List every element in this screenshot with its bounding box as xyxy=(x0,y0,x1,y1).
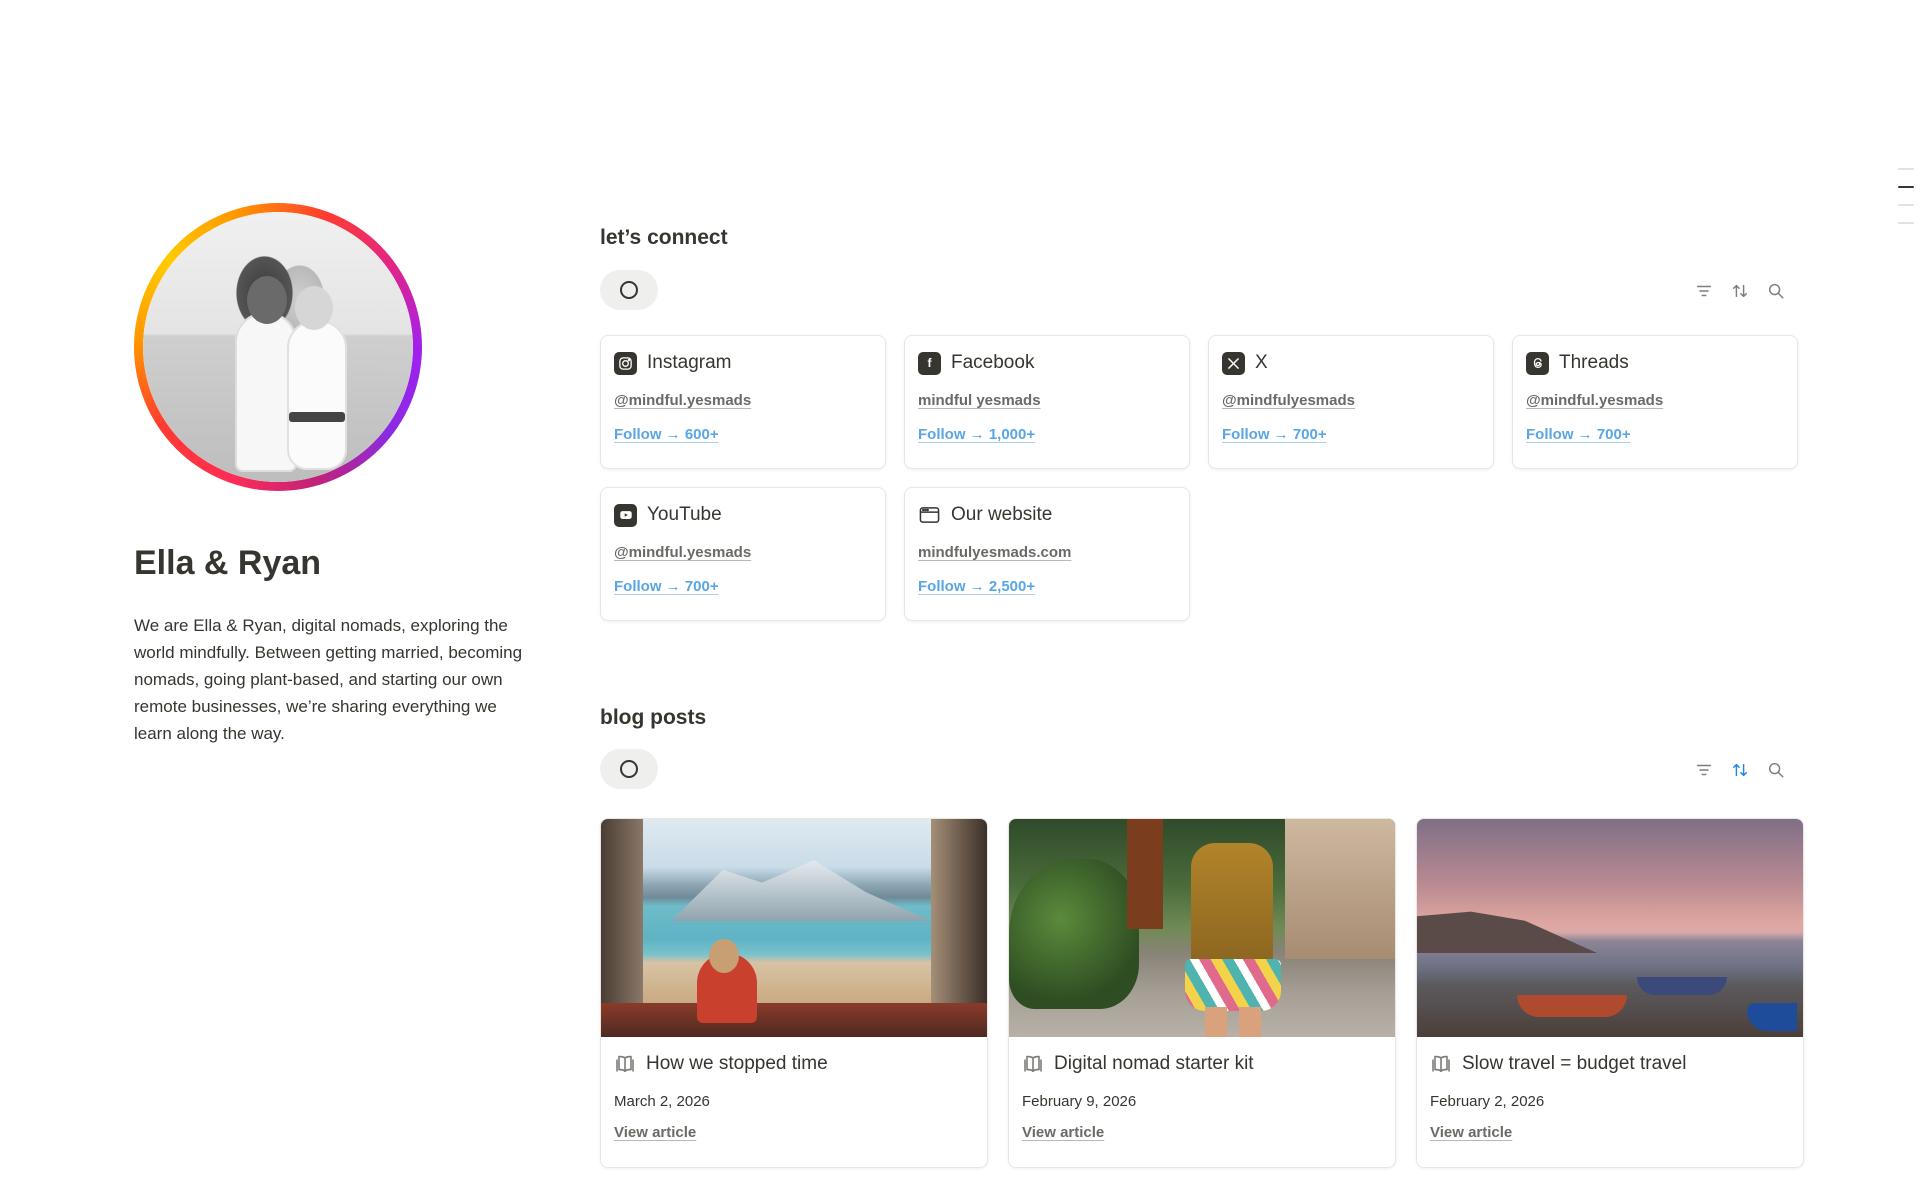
filter-icon[interactable] xyxy=(1694,760,1714,780)
open-book-icon xyxy=(1024,1055,1042,1072)
blog-card[interactable]: How we stopped time March 2, 2026 View a… xyxy=(600,818,988,1168)
social-card-title: Threads xyxy=(1559,352,1629,373)
open-book-icon xyxy=(1432,1055,1450,1072)
follow-link[interactable]: Follow → 600+ xyxy=(614,426,719,443)
social-card-title: Facebook xyxy=(951,352,1035,373)
social-card-facebook[interactable]: f Facebook mindful yesmads Follow → 1,00… xyxy=(904,335,1190,469)
outline-line-active[interactable] xyxy=(1898,186,1914,188)
blog-cover-image xyxy=(601,819,987,1037)
social-card-title: Our website xyxy=(951,504,1053,525)
outline-line[interactable] xyxy=(1898,168,1914,170)
social-card-website[interactable]: Our website mindfulyesmads.com Follow → … xyxy=(904,487,1190,621)
social-card-x[interactable]: X @mindfulyesmads Follow → 700+ xyxy=(1208,335,1494,469)
outline-line[interactable] xyxy=(1898,222,1914,224)
browser-window-icon xyxy=(918,504,941,527)
social-card-title: Instagram xyxy=(647,352,732,373)
facebook-icon: f xyxy=(918,351,941,375)
social-card-title: X xyxy=(1255,352,1268,373)
blog-post-date: February 9, 2026 xyxy=(1022,1093,1137,1110)
instagram-icon xyxy=(614,351,637,375)
social-card-youtube[interactable]: YouTube @mindful.yesmads Follow → 700+ xyxy=(600,487,886,621)
filter-icon[interactable] xyxy=(1694,281,1714,301)
blog-post-title: Slow travel = budget travel xyxy=(1462,1053,1687,1074)
outline-line[interactable] xyxy=(1898,204,1914,206)
sort-icon[interactable] xyxy=(1730,281,1750,301)
blog-section-title: blog posts xyxy=(600,706,707,729)
blog-cover-image xyxy=(1417,819,1803,1037)
follow-link[interactable]: Follow → 700+ xyxy=(1526,426,1631,443)
x-icon xyxy=(1222,351,1245,375)
profile-avatar xyxy=(134,203,422,491)
blog-post-title: How we stopped time xyxy=(646,1053,828,1074)
social-handle-link[interactable]: @mindfulyesmads xyxy=(1222,392,1355,409)
search-icon[interactable] xyxy=(1766,760,1786,780)
blog-toolbar xyxy=(1694,760,1786,780)
blog-post-date: February 2, 2026 xyxy=(1430,1093,1545,1110)
connect-view-toggle[interactable] xyxy=(600,270,658,310)
page-outline-indicator[interactable] xyxy=(1894,168,1914,240)
circle-icon xyxy=(620,760,638,778)
social-handle-link[interactable]: @mindful.yesmads xyxy=(1526,392,1663,409)
social-handle-link[interactable]: @mindful.yesmads xyxy=(614,544,751,561)
follow-link[interactable]: Follow → 700+ xyxy=(1222,426,1327,443)
view-article-link[interactable]: View article xyxy=(1430,1124,1512,1141)
social-card-instagram[interactable]: Instagram @mindful.yesmads Follow → 600+ xyxy=(600,335,886,469)
follow-link[interactable]: Follow → 1,000+ xyxy=(918,426,1035,443)
view-article-link[interactable]: View article xyxy=(1022,1124,1104,1141)
open-book-icon xyxy=(616,1055,634,1072)
sort-icon-active[interactable] xyxy=(1730,760,1750,780)
connect-toolbar xyxy=(1694,281,1786,301)
profile-name: Ella & Ryan xyxy=(134,544,322,582)
blog-card[interactable]: Slow travel = budget travel February 2, … xyxy=(1416,818,1804,1168)
search-icon[interactable] xyxy=(1766,281,1786,301)
social-handle-link[interactable]: mindfulyesmads.com xyxy=(918,544,1071,561)
blog-card[interactable]: Digital nomad starter kit February 9, 20… xyxy=(1008,818,1396,1168)
youtube-icon xyxy=(614,503,637,527)
follow-link[interactable]: Follow → 2,500+ xyxy=(918,578,1035,595)
social-card-threads[interactable]: Threads @mindful.yesmads Follow → 700+ xyxy=(1512,335,1798,469)
blog-post-title: Digital nomad starter kit xyxy=(1054,1053,1254,1074)
blog-post-date: March 2, 2026 xyxy=(614,1093,710,1110)
blog-view-toggle[interactable] xyxy=(600,749,658,789)
social-handle-link[interactable]: @mindful.yesmads xyxy=(614,392,751,409)
circle-icon xyxy=(620,281,638,299)
profile-photo xyxy=(143,212,413,482)
view-article-link[interactable]: View article xyxy=(614,1124,696,1141)
blog-cover-image xyxy=(1009,819,1395,1037)
connect-section-title: let’s connect xyxy=(600,226,728,249)
threads-icon xyxy=(1526,351,1549,375)
social-card-title: YouTube xyxy=(647,504,722,525)
follow-link[interactable]: Follow → 700+ xyxy=(614,578,719,595)
profile-bio: We are Ella & Ryan, digital nomads, expl… xyxy=(134,616,523,743)
social-handle-link[interactable]: mindful yesmads xyxy=(918,392,1041,409)
